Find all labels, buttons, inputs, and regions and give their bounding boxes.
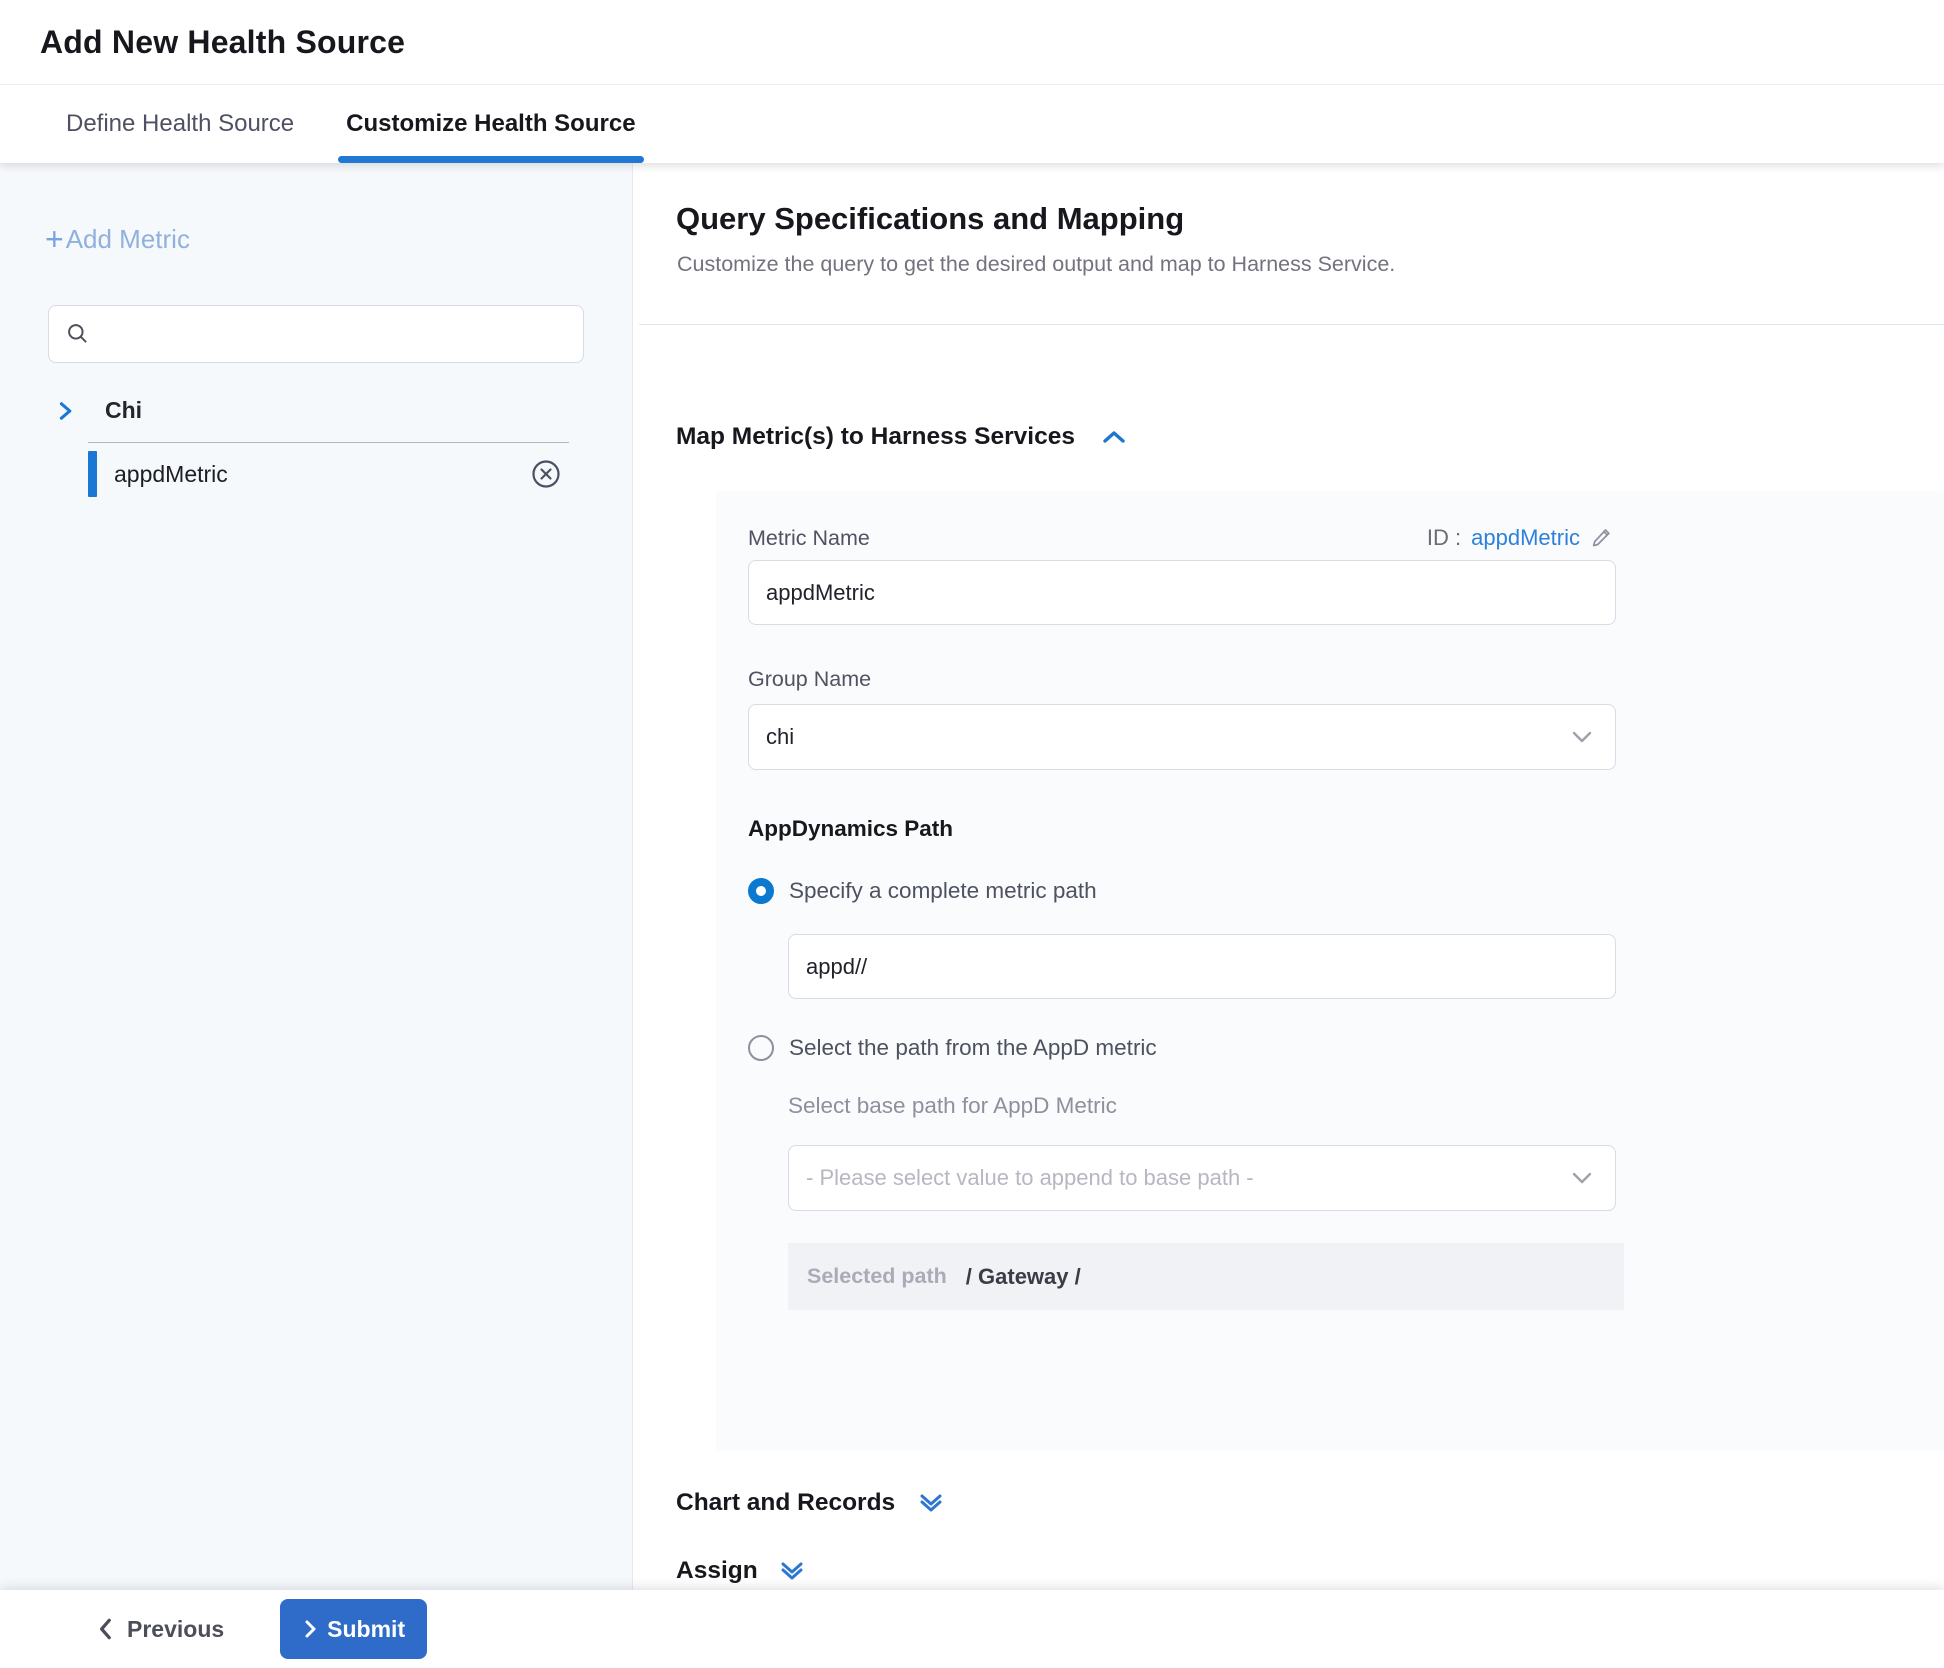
chart-and-records-toggle[interactable]: Chart and Records [676, 1489, 1944, 1517]
main-divider [639, 324, 1944, 325]
selected-path-band: Selected path / Gateway / [788, 1243, 1624, 1310]
search-input[interactable] [101, 321, 583, 347]
base-path-select[interactable]: - Please select value to append to base … [788, 1145, 1616, 1211]
map-metric-card: Metric Name ID : appdMetric Group Name c… [716, 491, 1944, 1451]
metric-name-label: Metric Name [748, 526, 870, 551]
radio-select-path-label: Select the path from the AppD metric [789, 1035, 1157, 1061]
selected-metric-bar [88, 451, 97, 497]
group-name-value: chi [766, 724, 794, 750]
map-metrics-section-toggle[interactable]: Map Metric(s) to Harness Services [676, 423, 1944, 451]
radio-select-path-from-appd[interactable]: Select the path from the AppD metric [748, 1035, 1944, 1061]
appdynamics-path-title: AppDynamics Path [748, 816, 1944, 842]
double-chevron-down-icon [778, 1560, 806, 1582]
assign-toggle[interactable]: Assign [676, 1557, 1944, 1585]
chevron-up-icon [1101, 428, 1127, 446]
submit-button-label: Submit [327, 1616, 405, 1643]
metrics-sidebar: + Add Metric Chi appdMetric [0, 163, 633, 1668]
content-area: + Add Metric Chi appdMetric [0, 163, 1944, 1668]
page-title: Add New Health Source [40, 24, 405, 61]
base-path-placeholder: - Please select value to append to base … [806, 1165, 1254, 1191]
delete-metric-button[interactable] [530, 458, 562, 490]
metric-id-value: appdMetric [1471, 525, 1580, 551]
top-bar: Add New Health Source Define Health Sour… [0, 0, 1944, 163]
base-path-label: Select base path for AppD Metric [788, 1093, 1944, 1119]
pencil-icon [1590, 525, 1616, 551]
selected-path-label: Selected path [807, 1264, 947, 1289]
add-metric-label: Add Metric [66, 224, 190, 255]
previous-button[interactable]: Previous [97, 1616, 224, 1643]
assign-title: Assign [676, 1557, 758, 1585]
metric-search [48, 305, 584, 363]
metric-group-chi[interactable]: Chi [55, 397, 632, 424]
chevron-down-icon [1571, 730, 1593, 744]
chevron-right-icon [302, 1617, 318, 1641]
group-name-label: Group Name [748, 667, 1944, 692]
radio-selected-icon [748, 878, 774, 904]
plus-icon: + [45, 223, 64, 255]
submit-button[interactable]: Submit [280, 1599, 427, 1659]
tab-define-health-source[interactable]: Define Health Source [62, 85, 298, 163]
tab-customize-health-source[interactable]: Customize Health Source [342, 85, 639, 163]
selected-path-value: / Gateway / [966, 1264, 1081, 1290]
add-metric-button[interactable]: + Add Metric [45, 223, 632, 255]
chevron-left-icon [97, 1616, 115, 1642]
complete-metric-path-input[interactable] [788, 934, 1616, 999]
metric-item-label: appdMetric [114, 461, 530, 488]
double-chevron-down-icon [917, 1492, 945, 1514]
circle-close-icon [530, 458, 562, 490]
metric-id-label: ID : [1427, 525, 1461, 551]
radio-complete-metric-path[interactable]: Specify a complete metric path [748, 878, 1944, 904]
metric-group-label: Chi [105, 397, 142, 424]
chevron-right-icon [55, 399, 75, 423]
main-panel: Query Specifications and Mapping Customi… [633, 163, 1944, 1668]
map-metrics-section-title: Map Metric(s) to Harness Services [676, 423, 1075, 451]
section-subtitle: Customize the query to get the desired o… [677, 252, 1944, 277]
previous-button-label: Previous [127, 1616, 224, 1643]
radio-complete-metric-path-label: Specify a complete metric path [789, 878, 1097, 904]
tab-customize-health-source-label: Customize Health Source [346, 110, 635, 138]
footer-bar: Previous Submit [0, 1590, 1944, 1668]
metric-list-item-appdmetric[interactable]: appdMetric [88, 443, 562, 505]
radio-unselected-icon [748, 1035, 774, 1061]
title-bar: Add New Health Source [0, 0, 1944, 85]
chart-and-records-title: Chart and Records [676, 1489, 895, 1517]
section-title: Query Specifications and Mapping [676, 201, 1944, 237]
group-name-select[interactable]: chi [748, 704, 1616, 770]
active-tab-underline [338, 156, 643, 163]
edit-id-button[interactable] [1590, 525, 1616, 551]
search-icon [65, 321, 91, 347]
metric-name-input[interactable] [748, 560, 1616, 625]
tab-bar: Define Health Source Customize Health So… [0, 85, 1944, 163]
tab-define-health-source-label: Define Health Source [66, 110, 294, 138]
chevron-down-icon [1571, 1171, 1593, 1185]
